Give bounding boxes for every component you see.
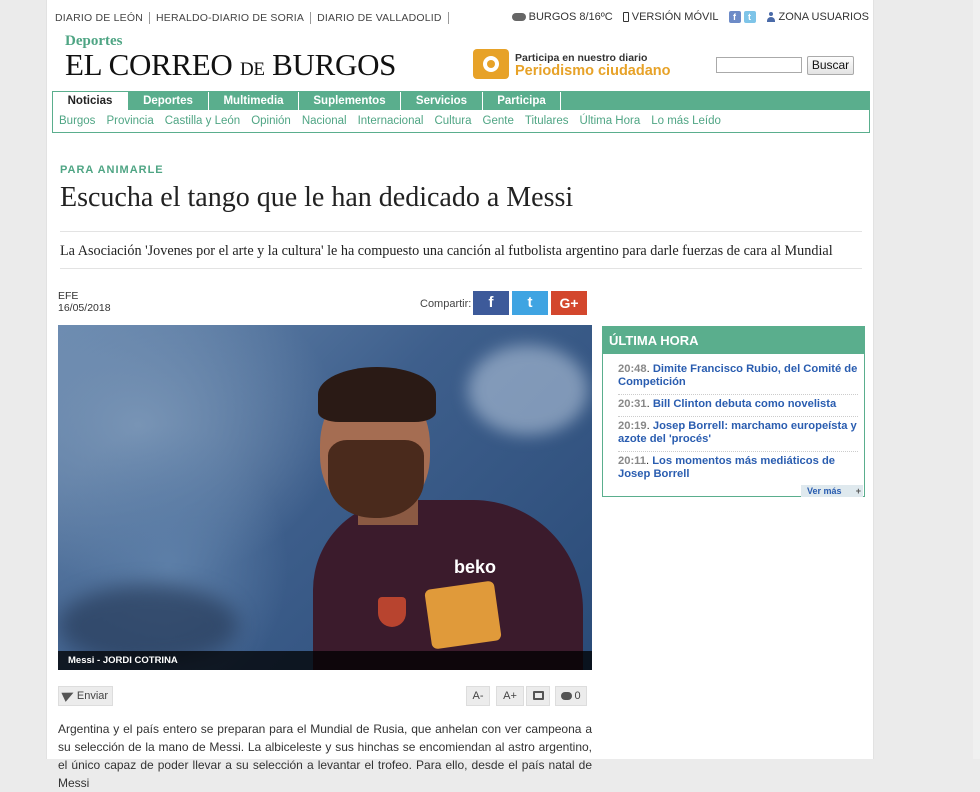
top-utilities: BURGOS 8/16ºC VERSIÓN MÓVIL f t ZONA USU… bbox=[511, 11, 869, 23]
see-more-label: Ver más bbox=[807, 486, 842, 496]
logo-part: EL CORREO bbox=[65, 47, 240, 82]
comments-count: 0 bbox=[574, 690, 581, 702]
see-more-link[interactable]: Ver más + bbox=[801, 485, 863, 497]
tab-servicios[interactable]: Servicios bbox=[401, 92, 483, 110]
nav-tabs: Noticias Deportes Multimedia Suplementos… bbox=[53, 92, 869, 110]
latest-news-title: ÚLTIMA HORA bbox=[603, 327, 864, 354]
subnav-item[interactable]: Lo más Leído bbox=[651, 115, 721, 127]
news-time: 20:19 bbox=[618, 420, 647, 432]
article-source: EFE bbox=[58, 290, 79, 302]
tab-multimedia[interactable]: Multimedia bbox=[209, 92, 299, 110]
subnav-item[interactable]: Opinión bbox=[251, 115, 291, 127]
club-crest bbox=[378, 597, 406, 627]
share-googleplus-button[interactable]: G+ bbox=[551, 291, 587, 315]
list-item[interactable]: 20:31. Bill Clinton debuta como novelist… bbox=[618, 398, 858, 417]
googleplus-icon: G+ bbox=[559, 295, 579, 311]
latest-news-list: 20:48. Dimite Francisco Rubio, del Comit… bbox=[618, 363, 858, 489]
article-subtitle: La Asociación 'Jovenes por el arte y la … bbox=[60, 243, 833, 259]
twitter-icon: t bbox=[527, 294, 533, 311]
news-title[interactable]: Los momentos más mediáticos de Josep Bor… bbox=[618, 455, 835, 480]
article-body: Argentina y el país entero se preparan p… bbox=[58, 722, 592, 790]
share-twitter-button[interactable]: t bbox=[512, 291, 548, 315]
main-nav: Noticias Deportes Multimedia Suplementos… bbox=[52, 91, 870, 133]
subnav-item[interactable]: Burgos bbox=[59, 115, 95, 127]
subnav-item[interactable]: Cultura bbox=[434, 115, 471, 127]
logo-de: DE bbox=[239, 59, 265, 80]
comments-button[interactable]: 0 bbox=[555, 686, 587, 706]
user-icon bbox=[766, 12, 776, 22]
send-button[interactable]: Enviar bbox=[58, 686, 113, 706]
news-time: 20:11 bbox=[618, 455, 646, 467]
article-kicker: PARA ANIMARLE bbox=[60, 164, 164, 176]
search-input[interactable] bbox=[716, 57, 802, 73]
mobile-version-label: VERSIÓN MÓVIL bbox=[631, 11, 719, 23]
page: DIARIO DE LEÓN HERALDO-DIARIO DE SORIA D… bbox=[46, 0, 875, 790]
plus-icon: + bbox=[855, 486, 861, 496]
top-bar: DIARIO DE LEÓN HERALDO-DIARIO DE SORIA D… bbox=[47, 0, 875, 34]
facebook-icon[interactable]: f bbox=[728, 11, 741, 23]
facebook-icon: f bbox=[488, 294, 494, 311]
twitter-icon[interactable]: t bbox=[743, 11, 756, 23]
news-title[interactable]: Josep Borrell: marchamo europeísta y azo… bbox=[618, 420, 857, 445]
logo-part: BURGOS bbox=[264, 47, 397, 82]
sister-site-link[interactable]: DIARIO DE LEÓN bbox=[55, 12, 150, 24]
promo-title[interactable]: Periodismo ciudadano bbox=[515, 63, 671, 79]
decrease-font-button[interactable]: A- bbox=[466, 686, 490, 706]
news-title[interactable]: Bill Clinton debuta como novelista bbox=[653, 398, 836, 410]
news-time: 20:31 bbox=[618, 398, 647, 410]
tab-suplementos[interactable]: Suplementos bbox=[299, 92, 401, 110]
tab-participa[interactable]: Participa bbox=[483, 92, 561, 110]
weather[interactable]: BURGOS 8/16ºC bbox=[511, 11, 613, 23]
news-title[interactable]: Dimite Francisco Rubio, del Comité de Co… bbox=[618, 363, 857, 388]
site-logo[interactable]: EL CORREO DE BURGOS bbox=[65, 47, 396, 83]
increase-font-button[interactable]: A+ bbox=[496, 686, 524, 706]
article-photo[interactable]: beko Messi - JORDI COTRINA bbox=[58, 325, 592, 670]
mobile-version-link[interactable]: VERSIÓN MÓVIL bbox=[622, 11, 719, 23]
sister-site-link[interactable]: HERALDO-DIARIO DE SORIA bbox=[150, 12, 312, 24]
social-links: f t bbox=[728, 11, 756, 23]
scrollbar[interactable] bbox=[973, 0, 980, 759]
jersey-sponsor-text: beko bbox=[454, 557, 497, 577]
tab-noticias[interactable]: Noticias bbox=[53, 92, 128, 110]
print-button[interactable] bbox=[526, 686, 550, 706]
cloud-icon bbox=[511, 13, 526, 21]
camera-icon[interactable] bbox=[473, 49, 509, 79]
search-button[interactable]: Buscar bbox=[807, 56, 854, 75]
sister-site-link[interactable]: DIARIO DE VALLADOLID bbox=[311, 12, 449, 24]
sister-sites: DIARIO DE LEÓN HERALDO-DIARIO DE SORIA D… bbox=[55, 12, 449, 24]
article-date: 16/05/2018 bbox=[58, 301, 111, 314]
list-item[interactable]: 20:48. Dimite Francisco Rubio, del Comit… bbox=[618, 363, 858, 395]
weather-text: BURGOS 8/16ºC bbox=[528, 11, 613, 23]
subnav-item[interactable]: Provincia bbox=[106, 115, 153, 127]
share-facebook-button[interactable]: f bbox=[473, 291, 509, 315]
subnav-item[interactable]: Internacional bbox=[358, 115, 424, 127]
comment-bubble-icon bbox=[561, 692, 573, 700]
share-label: Compartir: bbox=[420, 298, 472, 310]
subnav-item[interactable]: Titulares bbox=[525, 115, 569, 127]
sub-nav: Burgos Provincia Castilla y León Opinión… bbox=[59, 115, 721, 127]
tab-deportes[interactable]: Deportes bbox=[128, 92, 209, 110]
article-headline: Escucha el tango que le han dedicado a M… bbox=[60, 182, 574, 213]
list-item[interactable]: 20:19. Josep Borrell: marchamo europeíst… bbox=[618, 420, 858, 452]
article-meta: EFE 16/05/2018 bbox=[58, 290, 111, 314]
subnav-item[interactable]: Castilla y León bbox=[165, 115, 240, 127]
user-zone-link[interactable]: ZONA USUARIOS bbox=[766, 11, 869, 23]
subnav-item[interactable]: Última Hora bbox=[580, 115, 641, 127]
divider bbox=[60, 231, 862, 232]
send-label: Enviar bbox=[76, 690, 109, 702]
subnav-item[interactable]: Gente bbox=[483, 115, 514, 127]
subnav-item[interactable]: Nacional bbox=[302, 115, 347, 127]
photo-captain-armband bbox=[424, 580, 502, 650]
send-icon bbox=[61, 688, 76, 702]
photo-caption: Messi - JORDI COTRINA bbox=[58, 651, 592, 670]
print-icon bbox=[532, 691, 544, 700]
divider bbox=[60, 268, 862, 269]
latest-news-box: ÚLTIMA HORA 20:48. Dimite Francisco Rubi… bbox=[602, 326, 865, 497]
mobile-phone-icon bbox=[622, 12, 629, 22]
news-time: 20:48 bbox=[618, 363, 647, 375]
user-zone-label: ZONA USUARIOS bbox=[778, 11, 869, 23]
list-item[interactable]: 20:11. Los momentos más mediáticos de Jo… bbox=[618, 455, 858, 486]
